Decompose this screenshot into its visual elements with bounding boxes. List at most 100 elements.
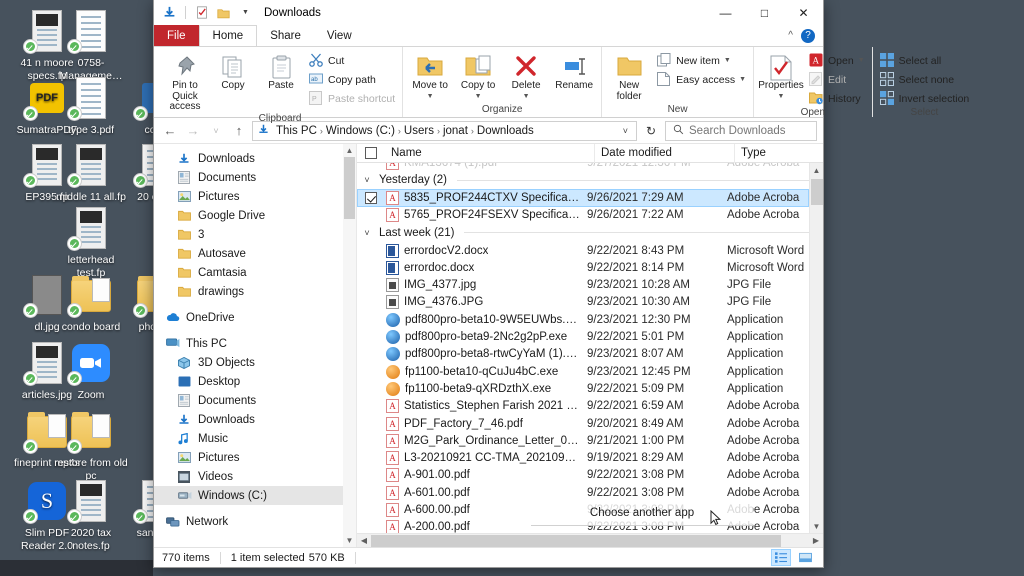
- file-name-cell[interactable]: A-600.00.pdf: [365, 503, 581, 517]
- table-row[interactable]: A-200.00.pdf9/22/2021 3:08 PMAdobe Acrob…: [357, 519, 809, 533]
- sidebar-item-documents[interactable]: Documents: [154, 391, 356, 410]
- help-icon[interactable]: ?: [801, 29, 815, 43]
- ribbon-button-copy[interactable]: Copy: [210, 49, 256, 92]
- file-list-scroll-up-arrow[interactable]: ▲: [810, 163, 824, 177]
- file-name-cell[interactable]: A-200.00.pdf: [365, 520, 581, 533]
- file-group-header[interactable]: ˅Yesterday (2): [357, 171, 809, 189]
- file-name-cell[interactable]: 5765_PROF24FSEXV Specification Sheet.pdf: [365, 208, 581, 222]
- ribbon-button-paste[interactable]: Paste: [258, 49, 304, 92]
- file-list-scroll-down-arrow[interactable]: ▼: [810, 519, 824, 533]
- navpane-scroll-thumb[interactable]: [344, 157, 355, 219]
- sidebar-item-autosave[interactable]: Autosave: [154, 244, 356, 263]
- chevron-down-icon[interactable]: ˅: [361, 228, 373, 238]
- sidebar-item-videos[interactable]: Videos: [154, 467, 356, 486]
- file-name-cell[interactable]: pdf800pro-beta9-2Nc2g2pP.exe: [365, 330, 581, 344]
- tab-share[interactable]: Share: [257, 25, 314, 46]
- hscroll-track[interactable]: [371, 534, 809, 548]
- file-name-cell[interactable]: L3-20210921 CC-TMA_20210916224406563…: [365, 451, 581, 465]
- chevron-down-icon[interactable]: ˅: [361, 175, 373, 185]
- ribbon-button-invert-selection[interactable]: Invert selection: [877, 90, 973, 107]
- taskbar[interactable]: [0, 560, 153, 576]
- desktop-icon[interactable]: Zoom: [52, 340, 130, 402]
- ribbon-button-delete[interactable]: Delete▼: [503, 49, 549, 102]
- chevron-down-icon[interactable]: ▼: [858, 57, 865, 64]
- navpane-scroll-track[interactable]: [343, 157, 356, 534]
- table-row[interactable]: L3-20210921 CC-TMA_20210916224406563…9/1…: [357, 449, 809, 466]
- table-row[interactable]: errordoc.docx9/22/2021 8:14 PMMicrosoft …: [357, 259, 809, 276]
- breadcrumb-item[interactable]: Windows (C:): [323, 125, 398, 137]
- file-name-cell[interactable]: fp1100-beta9-qXRDzthX.exe: [365, 382, 581, 396]
- hscroll-thumb[interactable]: [371, 535, 781, 547]
- desktop-icon[interactable]: 0758-Manageme…: [52, 8, 130, 82]
- properties-icon[interactable]: [192, 3, 211, 22]
- file-rows[interactable]: KMA13674 (1).pdf9/27/2021 12:36 PMAdobe …: [357, 163, 823, 533]
- hscroll-left-arrow[interactable]: ◀: [357, 534, 371, 548]
- file-list-hscrollbar[interactable]: ◀ ▶: [357, 533, 823, 547]
- customize-qat-caret-icon[interactable]: ▼: [236, 3, 255, 22]
- file-name-cell[interactable]: pdf800pro-beta10-9W5EUWbs.exe: [365, 313, 581, 327]
- sidebar-item-onedrive[interactable]: OneDrive: [154, 308, 356, 327]
- select-all-checkbox[interactable]: [365, 144, 385, 163]
- file-name-cell[interactable]: M2G_Park_Ordinance_Letter_09.20.2021__1_…: [365, 434, 581, 448]
- ribbon-button-select-all[interactable]: Select all: [877, 52, 973, 69]
- navpane-scroll-down-arrow[interactable]: ▼: [343, 534, 356, 547]
- ribbon-button-cut[interactable]: Cut: [306, 52, 398, 69]
- file-list-scroll-track[interactable]: [810, 177, 824, 519]
- file-name-cell[interactable]: pdf800pro-beta8-rtwCyYaM (1).exe: [365, 347, 581, 361]
- sidebar-item-3[interactable]: 3: [154, 225, 356, 244]
- file-group-header[interactable]: ˅Last week (21): [357, 224, 809, 242]
- navigation-pane[interactable]: DownloadsDocumentsPicturesGoogle Drive3A…: [154, 144, 357, 547]
- chevron-down-icon[interactable]: ▼: [724, 57, 731, 64]
- row-checkbox[interactable]: [365, 192, 377, 204]
- sidebar-item-google-drive[interactable]: Google Drive: [154, 206, 356, 225]
- chevron-down-icon[interactable]: ▼: [427, 92, 434, 103]
- navpane-scroll-up-arrow[interactable]: ▲: [343, 144, 356, 157]
- table-row[interactable]: Statistics_Stephen Farish 2021 (zoom).pd…: [357, 398, 809, 415]
- sidebar-item-camtasia[interactable]: Camtasia: [154, 263, 356, 282]
- navpane-scrollbar[interactable]: ▲ ▼: [343, 144, 356, 547]
- ribbon-tab-right-controls[interactable]: ^?: [788, 25, 823, 46]
- chevron-down-icon[interactable]: ▼: [475, 92, 482, 103]
- file-name-cell[interactable]: KMA13674 (1).pdf: [365, 163, 581, 170]
- breadcrumb-item[interactable]: Users: [401, 125, 437, 137]
- table-row[interactable]: A-901.00.pdf9/22/2021 3:08 PMAdobe Acrob…: [357, 467, 809, 484]
- tab-view[interactable]: View: [314, 25, 365, 46]
- sidebar-item-pictures[interactable]: Pictures: [154, 187, 356, 206]
- chevron-down-icon[interactable]: ▼: [523, 92, 530, 103]
- table-row[interactable]: IMG_4376.JPG9/23/2021 10:30 AMJPG File: [357, 294, 809, 311]
- table-row[interactable]: A-601.00.pdf9/22/2021 3:08 PMAdobe Acrob…: [357, 484, 809, 501]
- new-folder-icon[interactable]: [214, 3, 233, 22]
- close-button[interactable]: ✕: [784, 0, 823, 25]
- large-icons-view-icon[interactable]: [795, 549, 815, 566]
- ribbon-button-select-none[interactable]: Select none: [877, 71, 973, 88]
- refresh-button[interactable]: ↻: [640, 121, 662, 141]
- table-row[interactable]: 5765_PROF24FSEXV Specification Sheet.pdf…: [357, 207, 809, 224]
- table-row[interactable]: pdf800pro-beta10-9W5EUWbs.exe9/23/2021 1…: [357, 311, 809, 328]
- breadcrumb-dropdown-icon[interactable]: ˅: [618, 126, 633, 136]
- ribbon-tab-strip[interactable]: FileHomeShareView^?: [154, 25, 823, 46]
- chevron-down-icon[interactable]: ▼: [739, 76, 746, 83]
- details-view-icon[interactable]: [771, 549, 791, 566]
- table-row[interactable]: pdf800pro-beta8-rtwCyYaM (1).exe9/23/202…: [357, 346, 809, 363]
- ribbon-button-rename[interactable]: Rename: [551, 49, 597, 92]
- ribbon-button-open[interactable]: AOpen▼: [806, 52, 868, 69]
- sidebar-item-downloads[interactable]: Downloads: [154, 410, 356, 429]
- sidebar-item-drawings[interactable]: drawings: [154, 282, 356, 301]
- view-switcher[interactable]: [771, 549, 815, 566]
- ribbon[interactable]: Pin to Quick accessCopyPasteCutabCopy pa…: [154, 46, 823, 118]
- ribbon-button-new-folder[interactable]: New folder: [606, 49, 652, 102]
- chevron-down-icon[interactable]: ▼: [778, 92, 785, 103]
- column-header-date-modified[interactable]: Date modified: [595, 144, 735, 163]
- file-list-scroll-thumb[interactable]: [811, 179, 823, 205]
- sidebar-item-documents[interactable]: Documents: [154, 168, 356, 187]
- minimize-button[interactable]: —: [706, 0, 745, 25]
- tab-home[interactable]: Home: [199, 25, 258, 46]
- search-box[interactable]: Search Downloads: [665, 121, 817, 141]
- sidebar-item-desktop[interactable]: Desktop: [154, 372, 356, 391]
- breadcrumb-item[interactable]: jonat: [440, 125, 471, 137]
- file-name-cell[interactable]: A-601.00.pdf: [365, 486, 581, 500]
- ribbon-button-new-item[interactable]: New item▼: [654, 52, 749, 69]
- sidebar-item-network[interactable]: Network: [154, 512, 356, 531]
- sidebar-item-windows-c-[interactable]: Windows (C:): [154, 486, 356, 505]
- table-row[interactable]: A-600.00.pdf9/22/2021 3:08 PMAdobe Acrob…: [357, 501, 809, 518]
